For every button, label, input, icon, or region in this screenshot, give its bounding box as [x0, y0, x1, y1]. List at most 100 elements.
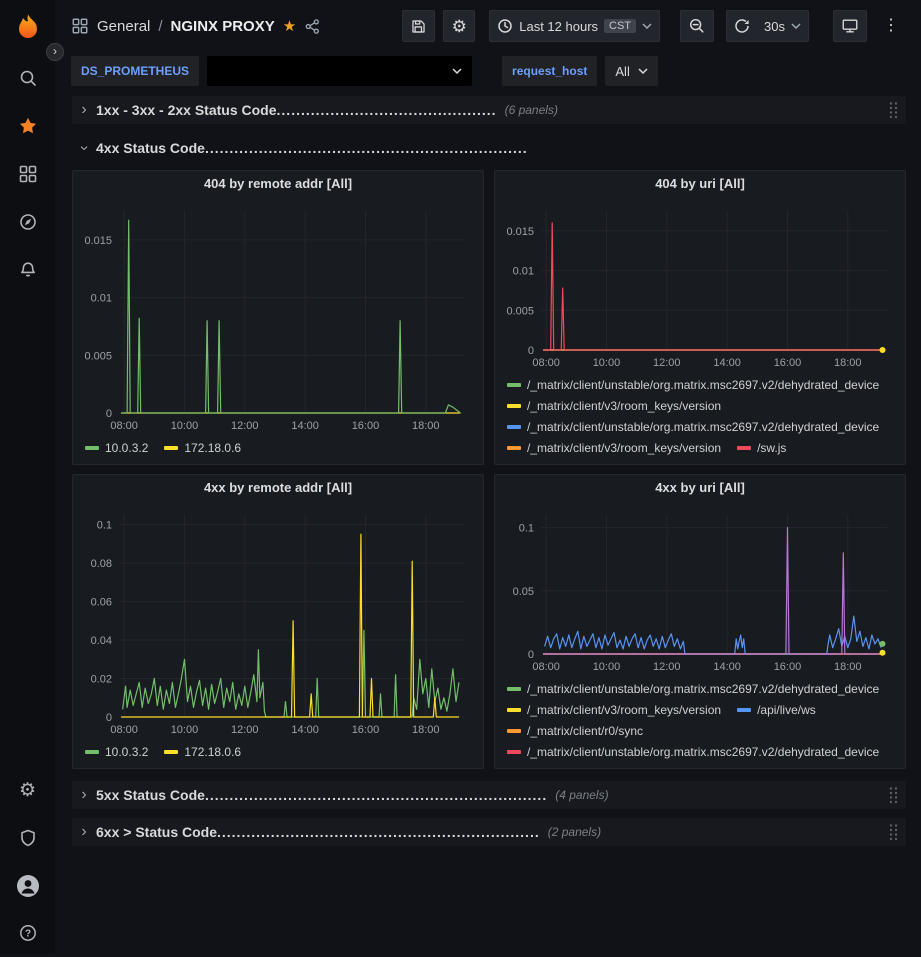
svg-text:08:00: 08:00: [110, 724, 138, 736]
zoom-out-button[interactable]: [680, 10, 714, 42]
datasource-label: DS_PROMETHEUS: [71, 56, 199, 86]
drag-handle[interactable]: [888, 785, 898, 805]
legend-label: 172.18.0.6: [184, 441, 241, 455]
row-header-5xx[interactable]: › 5xx Status Code ......................…: [72, 781, 906, 809]
svg-text:0.1: 0.1: [97, 520, 112, 532]
sidebar-item-explore[interactable]: [0, 198, 55, 246]
apps-icon: [71, 17, 89, 35]
row-header-6xx[interactable]: › 6xx > Status Code ....................…: [72, 818, 906, 846]
legend-item[interactable]: /_matrix/client/unstable/org.matrix.msc2…: [507, 420, 879, 434]
row-header-4xx[interactable]: › 4xx Status Code ......................…: [72, 134, 906, 162]
chevron-right-icon: ›: [76, 102, 92, 118]
svg-text:0.08: 0.08: [91, 558, 112, 570]
svg-text:0.1: 0.1: [519, 523, 534, 535]
svg-text:16:00: 16:00: [352, 420, 380, 432]
sidebar-item-configuration[interactable]: ⚙: [0, 766, 55, 814]
sidebar-item-search[interactable]: [0, 54, 55, 102]
legend-item[interactable]: 10.0.3.2: [85, 441, 148, 455]
row-header-1xx-3xx-2xx[interactable]: › 1xx - 3xx - 2xx Status Code ..........…: [72, 96, 906, 124]
sidebar-item-profile[interactable]: [0, 862, 55, 910]
panel-legend: 10.0.3.2 172.18.0.6: [75, 437, 481, 458]
panel-title[interactable]: 4xx by remote addr [All]: [73, 475, 483, 501]
chevron-down-icon: ›: [76, 140, 92, 156]
zoom-out-icon: [688, 17, 706, 35]
panel-title[interactable]: 404 by uri [All]: [495, 171, 905, 197]
chevron-down-icon: [638, 68, 648, 74]
drag-handle[interactable]: [888, 100, 898, 120]
svg-text:0.015: 0.015: [506, 226, 534, 238]
legend-item[interactable]: /api/live/ws: [737, 703, 816, 717]
favorite-star-icon[interactable]: ★: [283, 19, 296, 34]
drag-handle[interactable]: [888, 822, 898, 842]
legend-marker-icon: [507, 425, 521, 429]
legend-item[interactable]: /_matrix/client/v3/room_keys/version: [507, 441, 721, 455]
sidebar-item-alerting[interactable]: [0, 246, 55, 294]
row-leader: ........................................…: [217, 824, 540, 840]
row-leader: ........................................…: [205, 787, 547, 803]
chart-4xx-by-uri[interactable]: 08:0010:0012:0014:0016:0018:0000.050.1/_…: [497, 501, 903, 766]
legend-label: /_matrix/client/r0/sync: [527, 724, 643, 738]
row-title: 5xx Status Code: [96, 787, 205, 803]
refresh-icon: [734, 18, 750, 34]
compass-icon: [18, 212, 38, 232]
datasource-select[interactable]: [207, 56, 472, 86]
chart-404-by-remote-addr[interactable]: 08:0010:0012:0014:0016:0018:0000.0050.01…: [75, 197, 481, 462]
sidebar-item-help[interactable]: ?: [0, 909, 55, 957]
share-icon[interactable]: [304, 18, 321, 35]
svg-text:10:00: 10:00: [171, 724, 199, 736]
legend-item[interactable]: /_matrix/client/unstable/org.matrix.msc2…: [507, 682, 879, 696]
legend-label: 10.0.3.2: [105, 745, 148, 759]
panel-title[interactable]: 4xx by uri [All]: [495, 475, 905, 501]
svg-text:08:00: 08:00: [110, 420, 138, 432]
legend-item[interactable]: 172.18.0.6: [164, 441, 241, 455]
dashboard-settings-button[interactable]: ⚙: [443, 10, 475, 42]
legend-item[interactable]: 10.0.3.2: [85, 745, 148, 759]
svg-text:08:00: 08:00: [532, 357, 560, 369]
legend-item[interactable]: /_matrix/client/v3/room_keys/version: [507, 703, 721, 717]
legend-item[interactable]: 172.18.0.6: [164, 745, 241, 759]
chevron-right-icon: ›: [76, 824, 92, 840]
svg-text:10:00: 10:00: [593, 357, 621, 369]
star-icon: [18, 116, 38, 136]
grid-icon: [18, 164, 38, 184]
svg-text:14:00: 14:00: [291, 420, 319, 432]
breadcrumb-section[interactable]: General: [97, 18, 150, 35]
svg-text:10:00: 10:00: [593, 661, 621, 673]
request-host-select[interactable]: All: [605, 56, 657, 86]
kebab-menu-button[interactable]: ⋮: [875, 10, 907, 42]
refresh-interval-dropdown[interactable]: 30s: [757, 10, 809, 42]
refresh-button[interactable]: [726, 10, 758, 42]
legend-item[interactable]: /_matrix/client/r0/sync: [507, 724, 643, 738]
gear-icon: ⚙: [19, 781, 36, 800]
sidebar-item-server-admin[interactable]: [0, 814, 55, 862]
legend-label: /_matrix/client/unstable/org.matrix.msc2…: [527, 378, 879, 392]
svg-text:18:00: 18:00: [412, 724, 440, 736]
cycle-view-button[interactable]: [833, 10, 867, 42]
svg-text:18:00: 18:00: [834, 661, 862, 673]
legend-item[interactable]: /_matrix/client/v3/room_keys/version: [507, 399, 721, 413]
chart-4xx-by-remote-addr[interactable]: 08:0010:0012:0014:0016:0018:0000.020.040…: [75, 501, 481, 766]
svg-text:12:00: 12:00: [231, 724, 259, 736]
save-dashboard-button[interactable]: [402, 10, 435, 42]
save-icon: [410, 18, 427, 35]
sidebar-expand-button[interactable]: ›: [46, 43, 64, 61]
svg-text:10:00: 10:00: [171, 420, 199, 432]
grafana-logo[interactable]: [0, 8, 55, 48]
svg-text:0.06: 0.06: [91, 597, 112, 609]
svg-text:18:00: 18:00: [834, 357, 862, 369]
sidebar-item-starred[interactable]: [0, 102, 55, 150]
time-range-picker[interactable]: Last 12 hours CST: [489, 10, 660, 42]
legend-marker-icon: [737, 446, 751, 450]
legend-item[interactable]: /sw.js: [737, 441, 786, 455]
legend-item[interactable]: /_matrix/client/unstable/org.matrix.msc2…: [507, 378, 879, 392]
row-leader: ........................................…: [277, 102, 497, 118]
legend-item[interactable]: /_matrix/client/unstable/org.matrix.msc2…: [507, 745, 879, 759]
svg-text:14:00: 14:00: [713, 357, 741, 369]
legend-label: /api/live/ws: [757, 703, 816, 717]
sidebar-item-dashboards[interactable]: [0, 150, 55, 198]
page-title[interactable]: NGINX PROXY: [171, 18, 275, 35]
chart-404-by-uri[interactable]: 08:0010:0012:0014:0016:0018:0000.0050.01…: [497, 197, 903, 462]
panel-title[interactable]: 404 by remote addr [All]: [73, 171, 483, 197]
panel-legend: 10.0.3.2 172.18.0.6: [75, 741, 481, 762]
gear-icon: ⚙: [452, 18, 467, 35]
